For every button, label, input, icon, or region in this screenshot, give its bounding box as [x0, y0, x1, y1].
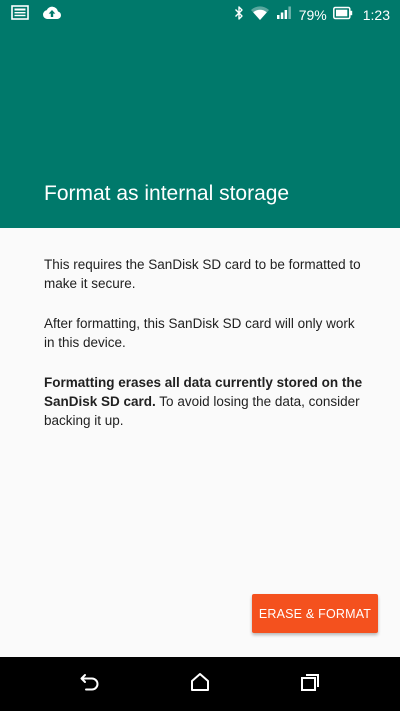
nav-recents-button[interactable]: [297, 671, 323, 697]
screen: 79% 1:23 Format as internal storage This…: [0, 0, 400, 711]
battery-percent: 79%: [298, 7, 327, 23]
warning-paragraph: Formatting erases all data currently sto…: [44, 373, 364, 430]
navigation-bar: [0, 657, 400, 711]
nav-home-button[interactable]: [187, 671, 213, 697]
status-notifications: [11, 5, 62, 25]
status-time: 1:23: [362, 7, 390, 23]
page-title: Format as internal storage: [44, 182, 290, 205]
erase-format-button[interactable]: ERASE & FORMAT: [252, 594, 378, 633]
status-system: 79% 1:23: [228, 4, 390, 26]
battery-icon: [332, 6, 353, 25]
recents-icon: [299, 672, 321, 697]
back-icon: [79, 672, 101, 697]
cloud-upload-icon: [42, 5, 62, 25]
nav-back-button[interactable]: [77, 671, 103, 697]
image-notification-icon: [11, 5, 29, 25]
bluetooth-icon: [234, 5, 244, 26]
content-body: This requires the SanDisk SD card to be …: [44, 255, 364, 451]
description-paragraph-2: After formatting, this SanDisk SD card w…: [44, 316, 355, 350]
home-icon: [189, 672, 211, 697]
wifi-icon: [250, 5, 270, 26]
app-header: 79% 1:23 Format as internal storage: [0, 0, 400, 228]
status-bar: 79% 1:23: [0, 0, 400, 30]
cell-signal-icon: [276, 5, 293, 25]
description-paragraph-1: This requires the SanDisk SD card to be …: [44, 257, 361, 291]
